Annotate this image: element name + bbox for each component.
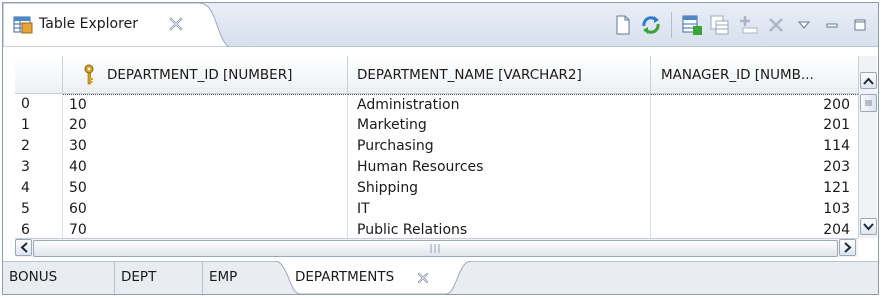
cell-row-index[interactable]: 4 (15, 178, 63, 199)
horizontal-scrollbar[interactable]: ||| (15, 238, 858, 257)
vertical-scroll-thumb[interactable] (860, 94, 877, 112)
maximize-icon[interactable] (846, 11, 874, 39)
chevron-right-icon (843, 242, 851, 253)
tab-departments-label: DEPARTMENTS (295, 269, 395, 285)
scroll-down-button[interactable] (860, 218, 877, 235)
cell-department-id[interactable]: 60 (63, 199, 348, 220)
view-menu-icon[interactable] (790, 11, 818, 39)
data-grid[interactable]: DEPARTMENT_ID [NUMBER] DEPARTMENT_NAME [… (15, 56, 858, 238)
cell-row-index[interactable]: 6 (15, 220, 63, 238)
table-row[interactable]: 5 60 IT 103 (15, 199, 858, 220)
scroll-right-button[interactable] (839, 239, 856, 256)
cell-manager-id[interactable]: 204 (651, 220, 858, 238)
tab-bonus[interactable]: BONUS (3, 262, 115, 294)
grid-header: DEPARTMENT_ID [NUMBER] DEPARTMENT_NAME [… (15, 56, 858, 94)
cell-department-name[interactable]: IT (348, 199, 651, 220)
chevron-up-icon (863, 77, 874, 85)
toolbar-separator (671, 12, 672, 38)
cell-row-index[interactable]: 3 (15, 157, 63, 178)
cell-department-name[interactable]: Marketing (348, 115, 651, 136)
delete-icon[interactable] (762, 11, 790, 39)
view-toolbar (609, 11, 874, 39)
scroll-left-button[interactable] (15, 239, 32, 256)
cell-manager-id[interactable]: 114 (651, 136, 858, 157)
header-department-id[interactable]: DEPARTMENT_ID [NUMBER] (63, 56, 348, 93)
scroll-up-button[interactable] (860, 72, 877, 89)
cell-row-index[interactable]: 1 (15, 115, 63, 136)
close-icon[interactable] (415, 270, 431, 286)
tab-emp[interactable]: EMP (203, 262, 283, 294)
cell-department-id[interactable]: 10 (63, 94, 348, 115)
minimize-icon[interactable] (818, 11, 846, 39)
cell-row-index[interactable]: 0 (15, 94, 63, 115)
cell-department-name[interactable]: Human Resources (348, 157, 651, 178)
table-row[interactable]: 4 50 Shipping 121 (15, 178, 858, 199)
table-tabs: BONUS DEPT EMP DEPARTMENTS (3, 261, 878, 295)
close-icon[interactable] (167, 15, 185, 33)
tab-dept[interactable]: DEPT (115, 262, 203, 294)
table-explorer-view: Table Explorer DEPARTMENT_ID [NUMBER] DE… (2, 2, 879, 295)
refresh-icon[interactable] (637, 11, 665, 39)
table-row[interactable]: 3 40 Human Resources 203 (15, 157, 858, 178)
view-header: Table Explorer (3, 3, 878, 47)
cell-manager-id[interactable]: 201 (651, 115, 858, 136)
cell-row-index[interactable]: 5 (15, 199, 63, 220)
header-manager-id[interactable]: MANAGER_ID [NUMB... (651, 56, 858, 93)
table-explorer-icon (13, 15, 33, 35)
table-row[interactable]: 0 10 Administration 200 (15, 94, 858, 115)
cell-department-name[interactable]: Purchasing (348, 136, 651, 157)
cell-row-index[interactable]: 2 (15, 136, 63, 157)
cell-manager-id[interactable]: 203 (651, 157, 858, 178)
view-tab-table-explorer[interactable]: Table Explorer (3, 3, 229, 47)
new-icon[interactable] (609, 11, 637, 39)
cell-department-name[interactable]: Shipping (348, 178, 651, 199)
cell-department-id[interactable]: 40 (63, 157, 348, 178)
add-row-icon[interactable] (734, 11, 762, 39)
chevron-left-icon (20, 242, 28, 253)
chevron-down-icon (863, 222, 874, 230)
scroll-grip: ||| (429, 243, 442, 254)
view-tab-title: Table Explorer (39, 16, 138, 32)
copy-table-icon[interactable] (706, 11, 734, 39)
cell-manager-id[interactable]: 103 (651, 199, 858, 220)
vertical-scrollbar[interactable] (858, 56, 877, 238)
horizontal-scroll-thumb[interactable]: ||| (33, 240, 838, 257)
table-row[interactable]: 6 70 Public Relations 204 (15, 220, 858, 238)
cell-manager-id[interactable]: 121 (651, 178, 858, 199)
table-properties-icon[interactable] (678, 11, 706, 39)
header-department-name[interactable]: DEPARTMENT_NAME [VARCHAR2] (348, 56, 651, 93)
header-row-index[interactable] (15, 56, 63, 93)
primary-key-icon (83, 64, 95, 86)
cell-department-id[interactable]: 70 (63, 220, 348, 238)
cell-department-id[interactable]: 30 (63, 136, 348, 157)
header-label: DEPARTMENT_ID [NUMBER] (107, 66, 293, 83)
cell-department-name[interactable]: Public Relations (348, 220, 651, 238)
cell-department-name[interactable]: Administration (348, 94, 651, 115)
table-row[interactable]: 1 20 Marketing 201 (15, 115, 858, 136)
table-row[interactable]: 2 30 Purchasing 114 (15, 136, 858, 157)
cell-manager-id[interactable]: 200 (651, 94, 858, 115)
cell-department-id[interactable]: 20 (63, 115, 348, 136)
cell-department-id[interactable]: 50 (63, 178, 348, 199)
